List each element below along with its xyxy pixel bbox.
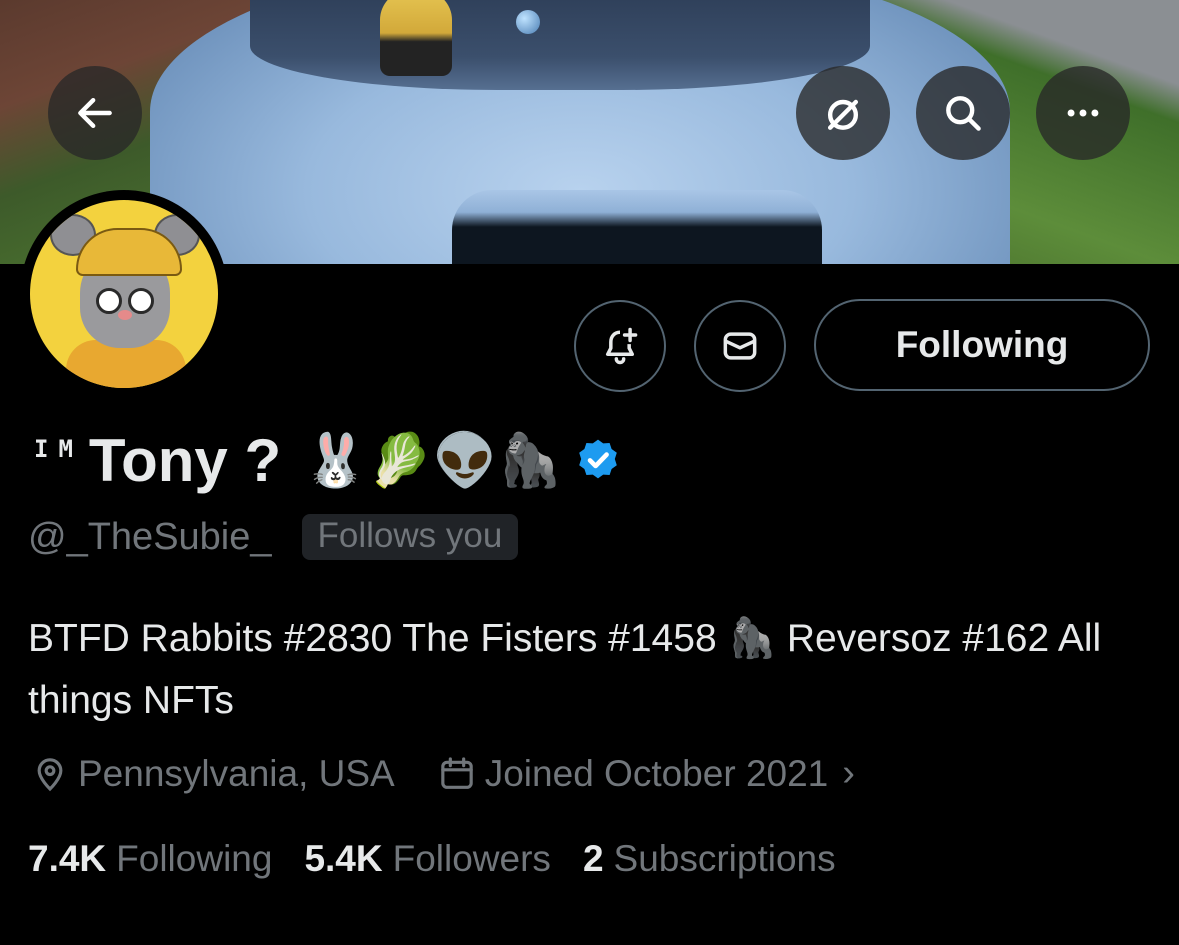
user-handle: @_TheSubie_	[28, 515, 272, 558]
joined-date[interactable]: Joined October 2021 ›	[437, 752, 855, 795]
following-button[interactable]: Following	[814, 299, 1150, 391]
following-button-label: Following	[895, 324, 1069, 365]
bell-plus-icon	[605, 327, 638, 365]
following-count[interactable]: 7.4K Following	[28, 838, 272, 880]
profile-meta: Pennsylvania, USA Joined October 2021 ›	[30, 752, 855, 795]
profile-stats: 7.4K Following 5.4K Followers 2 Subscrip…	[28, 838, 836, 880]
subscriptions-count[interactable]: 2 Subscriptions	[583, 838, 836, 880]
display-name-row: IM Tony ? 🐰🥬👽🦍	[34, 420, 622, 500]
location: Pennsylvania, USA	[30, 753, 395, 795]
chevron-right-icon: ›	[842, 752, 855, 794]
banner-ornament	[516, 10, 540, 34]
followers-count-label: Followers	[392, 838, 551, 879]
arrow-left-icon	[78, 97, 112, 129]
search-icon	[946, 96, 981, 131]
name-emoji: 🐰🥬👽🦍	[303, 430, 563, 491]
avatar-image	[30, 200, 218, 388]
subscriptions-count-value: 2	[582, 838, 604, 879]
name-prefix: IM	[34, 435, 83, 463]
back-button[interactable]	[48, 66, 142, 160]
banner-sticker	[380, 0, 452, 76]
location-text: Pennsylvania, USA	[78, 752, 395, 794]
search-button[interactable]	[916, 66, 1010, 160]
banner-windshield	[250, 0, 870, 90]
slash-circle-icon	[827, 99, 859, 130]
following-count-value: 7.4K	[28, 838, 107, 879]
banner-hood-scoop	[452, 190, 822, 264]
handle-row: @_TheSubie_ Follows you	[28, 514, 519, 560]
followers-count-value: 5.4K	[304, 838, 383, 879]
location-pin-icon	[37, 757, 63, 791]
more-button[interactable]	[1036, 66, 1130, 160]
envelope-icon	[723, 332, 757, 360]
joined-text: Joined October 2021	[484, 752, 829, 794]
notifications-button[interactable]	[574, 300, 666, 392]
display-name: Tony ?	[88, 426, 282, 494]
calendar-icon	[440, 756, 473, 789]
more-dots-icon	[1067, 109, 1099, 117]
verified-badge-icon[interactable]	[574, 436, 622, 484]
profile-avatar[interactable]	[20, 190, 228, 398]
followers-count[interactable]: 5.4K Followers	[304, 838, 550, 880]
following-count-label: Following	[116, 838, 273, 879]
profile-bio: BTFD Rabbits #2830 The Fisters #1458 🦍 R…	[28, 617, 1102, 722]
message-button[interactable]	[694, 300, 786, 392]
follows-you-badge: Follows you	[301, 514, 519, 560]
grok-button[interactable]	[796, 66, 890, 160]
subscriptions-count-label: Subscriptions	[613, 838, 836, 879]
